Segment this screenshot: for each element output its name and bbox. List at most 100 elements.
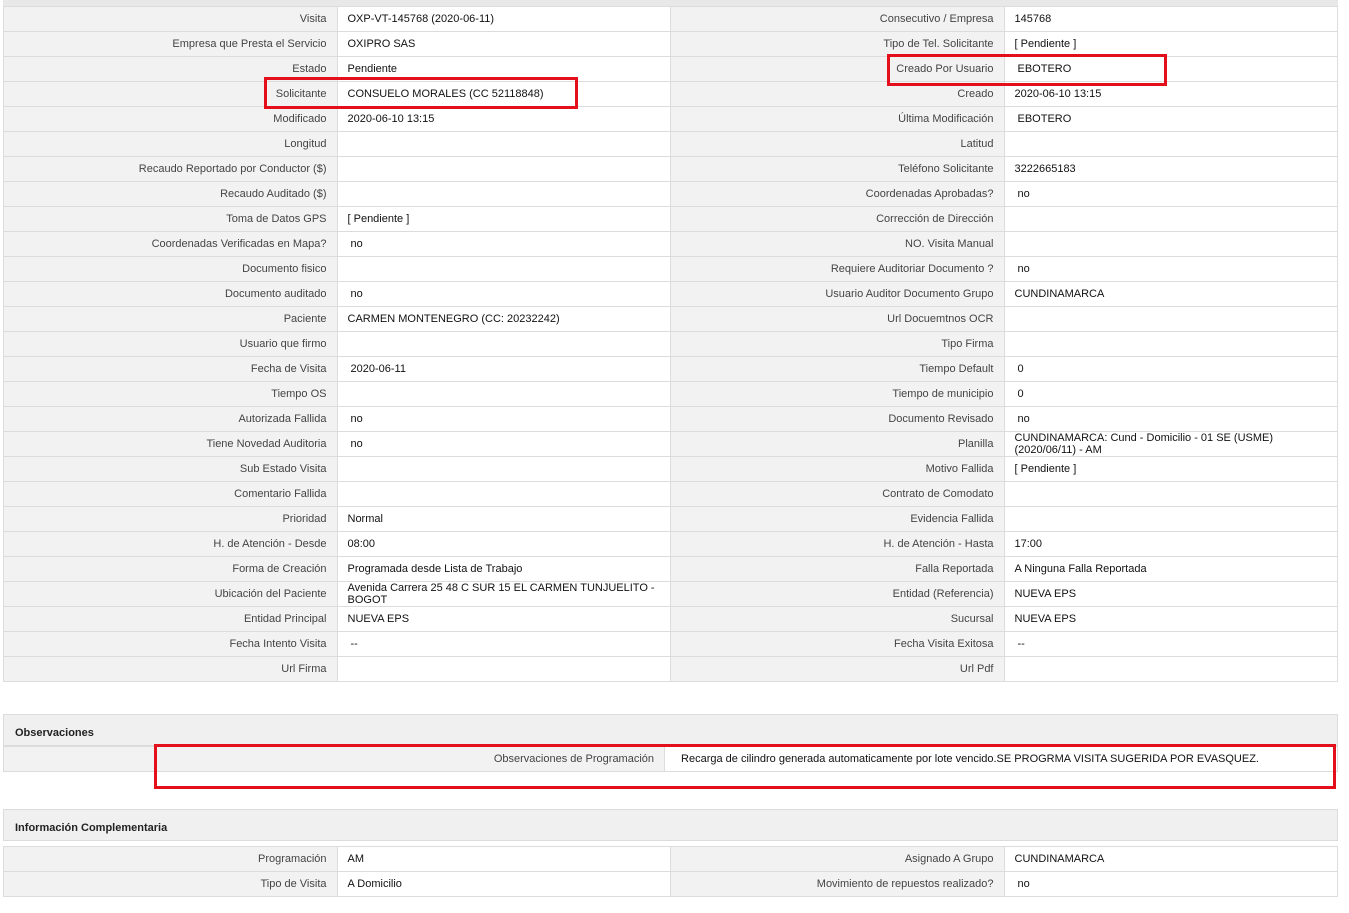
requiere-auditoriar-documento-label: Requiere Auditoriar Documento ? — [670, 256, 1005, 282]
motivo-fallida-value: [ Pendiente ] — [1003, 456, 1338, 482]
programacion-value: AM — [336, 846, 671, 872]
url-pdf-value — [1003, 656, 1338, 682]
table-row: H. de Atención - Desde 08:00 H. de Atenció… — [3, 531, 1338, 557]
solicitante-value: CONSUELO MORALES (CC 52118848) — [336, 81, 671, 107]
evidencia-fallida-value — [1003, 506, 1338, 532]
url-firma-value — [336, 656, 671, 682]
no-visita-manual-value — [1003, 231, 1338, 257]
tiempo-default-label: Tiempo Default — [670, 356, 1005, 382]
table-row: Forma de Creación Programada desde Lista … — [3, 556, 1338, 582]
movimiento-de-repuestos-realizado-value: no — [1003, 871, 1338, 897]
entidad-referencia-value: NUEVA EPS — [1003, 581, 1338, 607]
tiene-novedad-auditoria-value: no — [336, 431, 671, 457]
fecha-intento-visita-value: -- — [336, 631, 671, 657]
table-row: Fecha de Visita 2020-06-11 Tiempo Default 0 — [3, 356, 1338, 382]
planilla-value: CUNDINAMARCA: Cund - Domicilio - 01 SE (… — [1003, 431, 1338, 457]
forma-de-creacion-value: Programada desde Lista de Trabajo — [336, 556, 671, 582]
coordenadas-aprobadas-value: no — [1003, 181, 1338, 207]
sub-estado-visita-label: Sub Estado Visita — [3, 456, 338, 482]
telefono-solicitante-label: Teléfono Solicitante — [670, 156, 1005, 182]
tiempo-os-label: Tiempo OS — [3, 381, 338, 407]
longitud-label: Longitud — [3, 131, 338, 157]
modificado-label: Modificado — [3, 106, 338, 132]
tiempo-de-municipio-value: 0 — [1003, 381, 1338, 407]
url-firma-label: Url Firma — [3, 656, 338, 682]
fecha-intento-visita-label: Fecha Intento Visita — [3, 631, 338, 657]
tiempo-default-value: 0 — [1003, 356, 1338, 382]
table-row: Paciente CARMEN MONTENEGRO (CC: 20232242)… — [3, 306, 1338, 332]
paciente-value: CARMEN MONTENEGRO (CC: 20232242) — [336, 306, 671, 332]
url-pdf-label: Url Pdf — [670, 656, 1005, 682]
comentario-fallida-value — [336, 481, 671, 507]
usuario-que-firmo-value — [336, 331, 671, 357]
tipo-de-tel-solicitante-value: [ Pendiente ] — [1003, 31, 1338, 57]
sucursal-value: NUEVA EPS — [1003, 606, 1338, 632]
table-row: Modificado 2020-06-10 13:15 Última Modific… — [3, 106, 1338, 132]
tipo-firma-value — [1003, 331, 1338, 357]
observaciones-programacion-label: Observaciones de Programación — [2, 746, 666, 772]
visit-detail-table: Visita OXP-VT-145768 (2020-06-11) Consecut… — [3, 6, 1338, 682]
table-row: Tipo de Visita A Domicilio Movimiento de r… — [3, 871, 1338, 897]
table-row: Observaciones de Programación Recarga de… — [2, 746, 1338, 772]
table-row: Recaudo Auditado ($) Coordenadas Aprobada… — [3, 181, 1338, 207]
motivo-fallida-label: Motivo Fallida — [670, 456, 1005, 482]
documento-revisado-label: Documento Revisado — [670, 406, 1005, 432]
sucursal-label: Sucursal — [670, 606, 1005, 632]
table-row: Longitud Latitud — [3, 131, 1338, 157]
autorizada-fallida-label: Autorizada Fallida — [3, 406, 338, 432]
falla-reportada-value: A Ninguna Falla Reportada — [1003, 556, 1338, 582]
forma-de-creacion-label: Forma de Creación — [3, 556, 338, 582]
usuario-que-firmo-label: Usuario que firmo — [3, 331, 338, 357]
sub-estado-visita-value — [336, 456, 671, 482]
contrato-de-comodato-label: Contrato de Comodato — [670, 481, 1005, 507]
correccion-de-direccion-value — [1003, 206, 1338, 232]
autorizada-fallida-value: no — [336, 406, 671, 432]
telefono-solicitante-value: 3222665183 — [1003, 156, 1338, 182]
table-row: Recaudo Reportado por Conductor ($) Teléf… — [3, 156, 1338, 182]
table-row: Url Firma Url Pdf — [3, 656, 1338, 682]
toma-de-datos-gps-label: Toma de Datos GPS — [3, 206, 338, 232]
complementaria-title: Información Complementaria — [15, 822, 168, 834]
requiere-auditoriar-documento-value: no — [1003, 256, 1338, 282]
documento-revisado-value: no — [1003, 406, 1338, 432]
complementaria-table: Programación AM Asignado A Grupo CUNDINAMAR… — [3, 846, 1338, 897]
fecha-visita-exitosa-label: Fecha Visita Exitosa — [670, 631, 1005, 657]
movimiento-de-repuestos-realizado-label: Movimiento de repuestos realizado? — [670, 871, 1005, 897]
table-row: Sub Estado Visita Motivo Fallida[ Pendien… — [3, 456, 1338, 482]
falla-reportada-label: Falla Reportada — [670, 556, 1005, 582]
tiempo-de-municipio-label: Tiempo de municipio — [670, 381, 1005, 407]
fecha-visita-exitosa-value: -- — [1003, 631, 1338, 657]
tiene-novedad-auditoria-label: Tiene Novedad Auditoria — [3, 431, 338, 457]
table-row: Programación AM Asignado A Grupo CUNDINAMAR… — [3, 846, 1338, 872]
h-de-atencion-desde-value: 08:00 — [336, 531, 671, 557]
latitud-label: Latitud — [670, 131, 1005, 157]
comentario-fallida-label: Comentario Fallida — [3, 481, 338, 507]
latitud-value — [1003, 131, 1338, 157]
documento-auditado-value: no — [336, 281, 671, 307]
empresa-que-presta-el-servicio-value: OXIPRO SAS — [336, 31, 671, 57]
table-row: Coordenadas Verificadas en Mapa? no NO. Vi… — [3, 231, 1338, 257]
visita-label: Visita — [3, 6, 338, 32]
prioridad-value: Normal — [336, 506, 671, 532]
visita-value: OXP-VT-145768 (2020-06-11) — [336, 6, 671, 32]
coordenadas-verificadas-en-mapa-value: no — [336, 231, 671, 257]
recaudo-auditado-label: Recaudo Auditado ($) — [3, 181, 338, 207]
asignado-a-grupo-label: Asignado A Grupo — [670, 846, 1005, 872]
documento-fisico-value — [336, 256, 671, 282]
table-row: Entidad Principal NUEVA EPS Sucursal NUEVA … — [3, 606, 1338, 632]
asignado-a-grupo-value: CUNDINAMARCA — [1003, 846, 1338, 872]
correccion-de-direccion-label: Corrección de Dirección — [670, 206, 1005, 232]
consecutivo-empresa-value: 145768 — [1003, 6, 1338, 32]
ultima-modificacion-value: EBOTERO — [1003, 106, 1338, 132]
fecha-de-visita-label: Fecha de Visita — [3, 356, 338, 382]
table-row: Usuario que firmo Tipo Firma — [3, 331, 1338, 357]
h-de-atencion-hasta-label: H. de Atención - Hasta — [670, 531, 1005, 557]
table-row: Prioridad Normal Evidencia Fallida — [3, 506, 1338, 532]
table-row: Comentario Fallida Contrato de Comodato — [3, 481, 1338, 507]
tiempo-os-value — [336, 381, 671, 407]
tipo-de-visita-label: Tipo de Visita — [3, 871, 338, 897]
usuario-auditor-documento-grupo-label: Usuario Auditor Documento Grupo — [670, 281, 1005, 307]
documento-fisico-label: Documento fisico — [3, 256, 338, 282]
toma-de-datos-gps-value: [ Pendiente ] — [336, 206, 671, 232]
url-docuemtnos-ocr-value — [1003, 306, 1338, 332]
